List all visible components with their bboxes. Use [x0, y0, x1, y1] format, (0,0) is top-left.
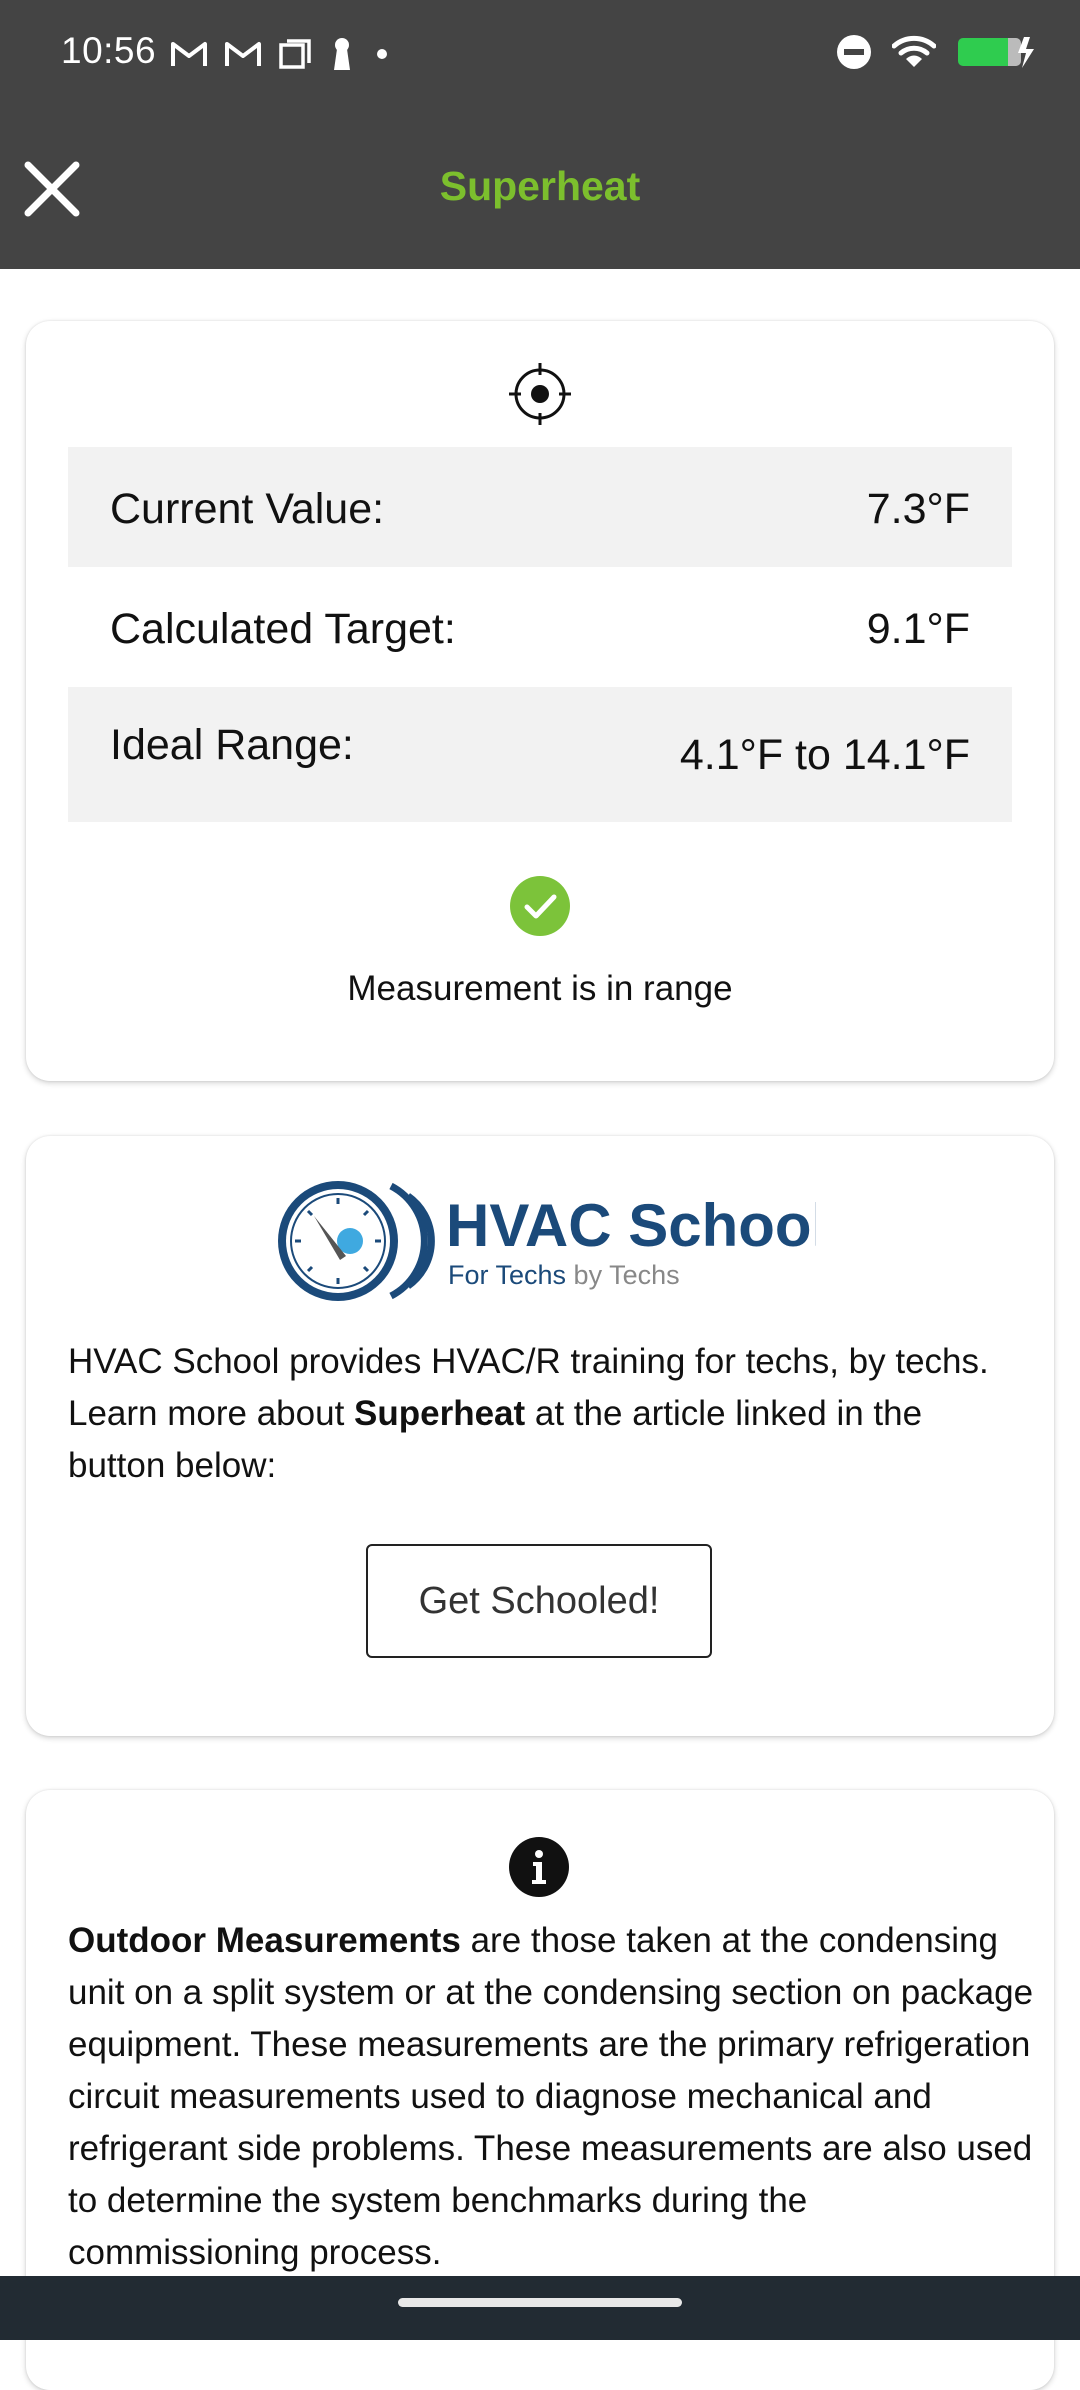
ideal-range-value: 4.1°F to 14.1°F [679, 731, 970, 779]
status-bar: 10:56 [0, 0, 1080, 107]
logo-title: HVAC School [446, 1192, 816, 1259]
info-text-body: are those taken at the condensing unit o… [68, 1921, 1034, 2272]
system-icons [816, 30, 1036, 74]
screenshot-icon [279, 39, 311, 69]
range-status-text: Measurement is in range [347, 969, 733, 1008]
battery-charging-icon [958, 37, 1034, 68]
status-time: 10:56 [61, 30, 157, 71]
current-value-row: Current Value: 7.3°F [68, 447, 1012, 567]
notification-icons [170, 34, 408, 74]
logo-subtitle-part2: by Techs [566, 1260, 680, 1290]
ideal-range-label: Ideal Range: [110, 721, 354, 769]
gmail-icon [225, 42, 261, 66]
promo-text: HVAC School provides HVAC/R training for… [68, 1336, 1028, 1492]
gmail-icon [171, 42, 207, 66]
current-value-label: Current Value: [110, 485, 385, 533]
home-gesture-handle[interactable] [398, 2298, 682, 2307]
info-icon [509, 1837, 569, 1897]
measurement-card: Current Value: 7.3°F Calculated Target: … [26, 321, 1054, 1081]
calculated-target-label: Calculated Target: [110, 605, 456, 653]
logo-subtitle: For Techs by Techs [448, 1260, 680, 1290]
calculated-target-row: Calculated Target: 9.1°F [68, 567, 1012, 687]
check-circle-icon [510, 876, 570, 936]
hvac-school-card: HVAC School For Techs by Techs HVAC Scho… [26, 1136, 1054, 1736]
dot-icon [377, 49, 387, 59]
hvac-school-logo: HVAC School For Techs by Techs [278, 1181, 816, 1301]
app-bar: Superheat [0, 107, 1080, 269]
do-not-disturb-icon [837, 35, 871, 69]
target-icon [509, 363, 571, 425]
logo-subtitle-part1: For Techs [448, 1260, 566, 1290]
wifi-icon [892, 35, 936, 67]
get-schooled-button[interactable]: Get Schooled! [366, 1544, 712, 1658]
info-text: Outdoor Measurements are those taken at … [68, 1915, 1038, 2279]
page-title: Superheat [439, 163, 641, 209]
info-text-heading: Outdoor Measurements [68, 1921, 461, 1960]
ideal-range-row: Ideal Range: 4.1°F to 14.1°F [68, 687, 1012, 822]
navigation-bar [0, 2276, 1080, 2340]
current-value: 7.3°F [866, 485, 970, 533]
promo-text-topic: Superheat [354, 1394, 526, 1433]
keyhole-icon [334, 38, 350, 70]
calculated-target-value: 9.1°F [866, 605, 970, 653]
